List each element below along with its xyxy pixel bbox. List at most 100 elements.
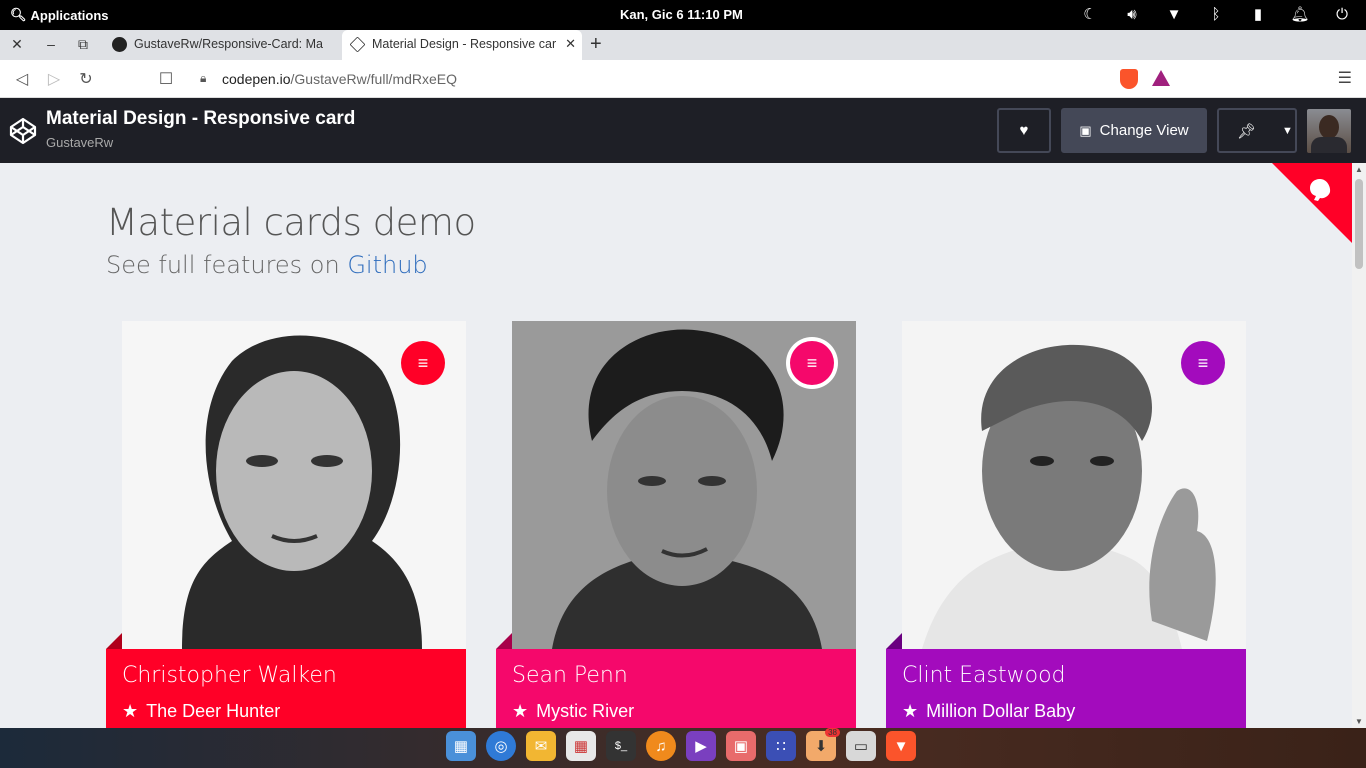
menu-icon: ≡ bbox=[417, 352, 429, 373]
calendar-icon[interactable]: ▦ bbox=[566, 731, 596, 761]
page-title: Material cards demo bbox=[106, 201, 476, 244]
card-menu-button[interactable]: ≡ bbox=[1181, 341, 1225, 385]
taskbar-dock: ▦ ◎ ✉ ▦ $_ ♫ ▶ ▣ ∷ ⬇ 38 ▭ ▼ bbox=[0, 728, 1366, 768]
menu-icon: ≡ bbox=[806, 352, 818, 373]
restore-window-icon[interactable]: ⧉ bbox=[74, 36, 92, 53]
card-christopher-walken: Christopher Walken ★ The Deer Hunter ≡ bbox=[106, 321, 466, 728]
star-icon: ★ bbox=[512, 701, 529, 721]
download-icon[interactable]: ⬇ 38 bbox=[806, 728, 840, 761]
subtitle-text: See full features on bbox=[106, 251, 348, 279]
pen-title: Material Design - Responsive card bbox=[46, 108, 356, 129]
reload-button[interactable]: ↻ bbox=[76, 69, 96, 89]
system-tray: ☾ 🔊︎ ▼ ᛒ ▮ 🔔︎ ⏻ bbox=[1080, 5, 1352, 25]
new-tab-button[interactable]: + bbox=[590, 33, 602, 56]
bookmark-icon[interactable]: ☐ bbox=[156, 69, 176, 89]
card-sean-penn: Sean Penn ★ Mystic River ≡ bbox=[496, 321, 856, 728]
url-host: codepen.io bbox=[222, 71, 291, 87]
software-center-icon[interactable]: ∷ bbox=[766, 731, 796, 761]
like-button[interactable]: ♥ bbox=[997, 108, 1051, 153]
avatar-body bbox=[1311, 137, 1347, 153]
volume-icon[interactable]: 🔊︎ bbox=[1122, 5, 1142, 25]
forward-button[interactable]: ▷ bbox=[44, 69, 64, 89]
menu-icon: ≡ bbox=[1197, 352, 1209, 373]
codepen-logo-icon[interactable] bbox=[8, 116, 38, 146]
change-view-label: Change View bbox=[1099, 122, 1189, 139]
card-menu-button[interactable]: ≡ bbox=[401, 341, 445, 385]
applications-label: Applications bbox=[30, 7, 109, 23]
terminal-icon[interactable]: $_ bbox=[606, 731, 636, 761]
card-menu-button[interactable]: ≡ bbox=[790, 341, 834, 385]
chevron-down-icon[interactable]: ▼ bbox=[1282, 125, 1293, 137]
system-clock[interactable]: Kan, Gic 6 11:10 PM bbox=[620, 7, 743, 22]
browser-toolbar: ◁ ▷ ↻ ☐ 🔒︎ codepen.io/GustaveRw/full/mdR… bbox=[0, 60, 1366, 98]
workspace-icon[interactable]: ▦ bbox=[446, 731, 476, 761]
hamburger-menu-icon[interactable]: ☰ bbox=[1338, 68, 1352, 88]
brave-rewards-icon[interactable] bbox=[1152, 70, 1170, 86]
system-top-bar: 🔍︎ Applications Kan, Gic 6 11:10 PM ☾ 🔊︎… bbox=[0, 0, 1366, 30]
codepen-header: Material Design - Responsive card Gustav… bbox=[0, 98, 1366, 163]
moon-icon[interactable]: ☾ bbox=[1080, 5, 1100, 25]
star-icon: ★ bbox=[122, 701, 139, 721]
files-icon[interactable]: ▭ bbox=[846, 731, 876, 761]
page-subtitle: See full features on Github bbox=[106, 251, 428, 279]
notification-icon[interactable]: 🔔︎ bbox=[1290, 5, 1310, 25]
card-clint-eastwood: Clint Eastwood ★ Million Dollar Baby ≡ bbox=[886, 321, 1246, 728]
tab-title: GustaveRw/Responsive-Card: Ma bbox=[134, 37, 323, 51]
card-film-title: Million Dollar Baby bbox=[926, 701, 1076, 721]
scroll-up-icon[interactable]: ▲ bbox=[1355, 165, 1363, 174]
url-text[interactable]: codepen.io/GustaveRw/full/mdRxeEQ bbox=[222, 71, 457, 87]
card-fold bbox=[106, 633, 122, 649]
dock-items: ▦ ◎ ✉ ▦ $_ ♫ ▶ ▣ ∷ ⬇ 38 ▭ ▼ bbox=[446, 728, 916, 761]
card-name: Sean Penn bbox=[512, 663, 628, 688]
card-film-title: Mystic River bbox=[536, 701, 635, 721]
back-button[interactable]: ◁ bbox=[12, 69, 32, 89]
power-icon[interactable]: ⏻ bbox=[1332, 5, 1352, 25]
minimize-window-icon[interactable]: – bbox=[42, 36, 60, 52]
pin-icon[interactable]: 📌︎ bbox=[1237, 122, 1256, 140]
codepen-icon bbox=[349, 36, 366, 53]
music-icon[interactable]: ♫ bbox=[646, 731, 676, 761]
pen-author[interactable]: GustaveRw bbox=[46, 135, 113, 150]
address-bar[interactable]: 🔒︎ codepen.io/GustaveRw/full/mdRxeEQ bbox=[186, 65, 1178, 93]
brave-shield-icon[interactable] bbox=[1120, 69, 1138, 89]
card-film-title: The Deer Hunter bbox=[146, 701, 281, 721]
wifi-icon[interactable]: ▼ bbox=[1164, 5, 1184, 25]
github-corner-ribbon[interactable] bbox=[1272, 163, 1352, 243]
tab-github[interactable]: GustaveRw/Responsive-Card: Ma bbox=[104, 30, 340, 60]
heart-icon: ♥ bbox=[1019, 122, 1029, 139]
applications-menu[interactable]: 🔍︎ Applications bbox=[10, 7, 109, 23]
bluetooth-icon[interactable]: ᛒ bbox=[1206, 5, 1226, 25]
card-fold bbox=[496, 633, 512, 649]
close-window-icon[interactable]: ✕ bbox=[8, 36, 26, 53]
card-film: ★ Mystic River bbox=[512, 701, 634, 722]
change-view-button[interactable]: ▣ Change View bbox=[1061, 108, 1207, 153]
mail-icon[interactable]: ✉ bbox=[526, 731, 556, 761]
lock-icon[interactable]: 🔒︎ bbox=[200, 71, 206, 86]
browser-globe-icon[interactable]: ◎ bbox=[486, 731, 516, 761]
scroll-down-icon[interactable]: ▼ bbox=[1355, 717, 1363, 726]
github-link[interactable]: Github bbox=[347, 251, 427, 279]
star-icon: ★ bbox=[902, 701, 919, 721]
card-fold bbox=[886, 633, 902, 649]
page-scrollbar[interactable]: ▲ ▼ bbox=[1352, 163, 1366, 728]
card-film: ★ The Deer Hunter bbox=[122, 701, 280, 722]
battery-icon[interactable]: ▮ bbox=[1248, 5, 1268, 25]
tab-codepen[interactable]: Material Design - Responsive car ✕ bbox=[342, 30, 582, 60]
url-path: /GustaveRw/full/mdRxeEQ bbox=[290, 71, 458, 87]
search-icon: 🔍︎ bbox=[10, 7, 27, 22]
close-tab-icon[interactable]: ✕ bbox=[565, 36, 576, 52]
github-icon bbox=[112, 37, 127, 52]
browser-tab-strip: ✕ – ⧉ GustaveRw/Responsive-Card: Ma Mate… bbox=[0, 30, 1366, 60]
card-film: ★ Million Dollar Baby bbox=[902, 701, 1075, 722]
pin-button-group[interactable]: 📌︎ ▼ bbox=[1217, 108, 1297, 153]
page-content: Material cards demo See full features on… bbox=[0, 163, 1352, 728]
card-name: Clint Eastwood bbox=[902, 663, 1066, 688]
video-icon[interactable]: ▶ bbox=[686, 731, 716, 761]
scrollbar-thumb[interactable] bbox=[1355, 179, 1363, 269]
avatar-head bbox=[1319, 115, 1339, 139]
tab-title: Material Design - Responsive car bbox=[372, 37, 557, 51]
photos-icon[interactable]: ▣ bbox=[726, 731, 756, 761]
user-avatar[interactable] bbox=[1307, 109, 1351, 153]
download-badge: 38 bbox=[825, 728, 840, 737]
brave-browser-icon[interactable]: ▼ bbox=[886, 731, 916, 761]
